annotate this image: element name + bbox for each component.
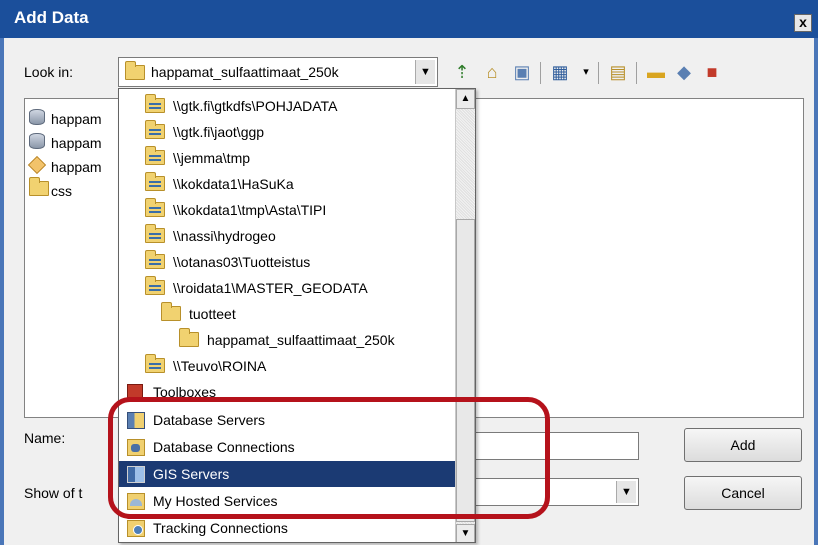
network-folder-icon bbox=[145, 172, 165, 191]
dropdown-item-database-servers[interactable]: Database Servers bbox=[119, 407, 455, 433]
database-icon bbox=[29, 109, 45, 125]
window-title: Add Data bbox=[14, 8, 89, 27]
toolbox-icon bbox=[127, 384, 143, 398]
dropdown-item-otanas-tuotteistus[interactable]: \\otanas03\Tuotteistus bbox=[119, 249, 455, 275]
dropdown-item-roidata-master-geodata[interactable]: \\roidata1\MASTER_GEODATA bbox=[119, 275, 455, 301]
toolbar-separator bbox=[540, 62, 541, 84]
list-item[interactable]: happam bbox=[29, 133, 102, 155]
up-one-level-icon[interactable]: ⇡ bbox=[450, 60, 474, 84]
dropdown-item-my-hosted-services[interactable]: My Hosted Services bbox=[119, 488, 455, 514]
toolbar-separator bbox=[598, 62, 599, 84]
toolbar-separator bbox=[636, 62, 637, 84]
add-button[interactable]: Add bbox=[684, 428, 802, 462]
list-item[interactable]: css bbox=[29, 177, 72, 203]
dropdown-item-kokdata-hasuka[interactable]: \\kokdata1\HaSuKa bbox=[119, 171, 455, 197]
dropdown-item-teuvo-roina[interactable]: \\Teuvo\ROINA bbox=[119, 353, 455, 379]
dropdown-item-tuotteet[interactable]: tuotteet bbox=[119, 301, 455, 327]
list-item-label: happam bbox=[51, 111, 102, 127]
database-connection-icon bbox=[127, 439, 145, 456]
hosted-services-icon bbox=[127, 493, 145, 510]
dropdown-item-label: \\gtk.fi\jaot\ggp bbox=[173, 124, 265, 140]
view-menu-icon[interactable]: ▦ bbox=[548, 60, 572, 84]
dropdown-item-label: GIS Servers bbox=[153, 466, 230, 482]
dropdown-item-label: \\otanas03\Tuotteistus bbox=[173, 254, 311, 270]
title-bar: Add Data x bbox=[0, 0, 818, 38]
dropdown-item-label: Tracking Connections bbox=[153, 520, 288, 536]
folder-icon bbox=[125, 61, 145, 80]
folder-icon bbox=[179, 328, 199, 347]
dropdown-item-label: \\kokdata1\tmp\Asta\TIPI bbox=[173, 202, 327, 218]
geodatabase-icon bbox=[27, 155, 47, 175]
list-item-label: happam bbox=[51, 135, 102, 151]
look-in-dropdown[interactable]: happamat_sulfaattimaat_250k ▼ bbox=[118, 57, 438, 87]
network-folder-icon bbox=[145, 198, 165, 217]
chevron-down-icon[interactable]: ▼ bbox=[415, 60, 435, 84]
dropdown-item-toolboxes[interactable]: Toolboxes bbox=[119, 379, 455, 405]
chevron-down-icon[interactable]: ▼ bbox=[616, 481, 636, 503]
dropdown-item-tracking-connections[interactable]: Tracking Connections bbox=[119, 515, 455, 541]
folder-icon bbox=[161, 302, 181, 321]
dropdown-item-nassi-hydrogeo[interactable]: \\nassi\hydrogeo bbox=[119, 223, 455, 249]
dropdown-item-label: \\jemma\tmp bbox=[173, 150, 251, 166]
show-of-type-label: Show of t bbox=[24, 485, 83, 501]
gis-server-icon bbox=[127, 466, 145, 483]
tracking-connection-icon bbox=[127, 520, 145, 537]
network-folder-icon bbox=[145, 224, 165, 243]
dropdown-item-label: tuotteet bbox=[189, 306, 236, 322]
connect-folder-icon[interactable]: ▤ bbox=[606, 60, 630, 84]
dropdown-item-gis-servers[interactable]: GIS Servers bbox=[119, 461, 455, 487]
scroll-up-arrow-icon[interactable]: ▲ bbox=[456, 89, 475, 109]
name-label: Name: bbox=[24, 430, 66, 446]
network-folder-icon bbox=[145, 276, 165, 295]
dropdown-item-gtk-ggp[interactable]: \\gtk.fi\jaot\ggp bbox=[119, 119, 455, 145]
catalog-tree-icon[interactable]: ▣ bbox=[510, 60, 534, 84]
list-item-label: css bbox=[51, 183, 72, 199]
dropdown-item-label: \\gtk.fi\gtkdfs\POHJADATA bbox=[173, 98, 338, 114]
dropdown-item-kokdata-tipi[interactable]: \\kokdata1\tmp\Asta\TIPI bbox=[119, 197, 455, 223]
dropdown-item-label: happamat_sulfaattimaat_250k bbox=[207, 332, 395, 348]
database-icon bbox=[29, 133, 45, 149]
dropdown-item-label: Database Connections bbox=[153, 439, 295, 455]
list-item-label: happam bbox=[51, 159, 102, 175]
dropdown-item-label: Toolboxes bbox=[153, 384, 217, 400]
view-menu-chevron-icon[interactable]: ▾ bbox=[574, 60, 598, 84]
database-server-icon bbox=[127, 412, 145, 429]
dropdown-item-label: My Hosted Services bbox=[153, 493, 278, 509]
network-folder-icon bbox=[145, 94, 165, 113]
look-in-label: Look in: bbox=[24, 64, 74, 80]
dropdown-item-gtk-pohjadata[interactable]: \\gtk.fi\gtkdfs\POHJADATA bbox=[119, 93, 455, 119]
dropdown-item-label: \\kokdata1\HaSuKa bbox=[173, 176, 294, 192]
list-item[interactable]: happam bbox=[27, 155, 102, 179]
dropdown-item-jemma-tmp[interactable]: \\jemma\tmp bbox=[119, 145, 455, 171]
cancel-button[interactable]: Cancel bbox=[684, 476, 802, 510]
scroll-down-arrow-icon[interactable]: ▼ bbox=[456, 524, 475, 542]
dropdown-item-label: \\nassi\hydrogeo bbox=[173, 228, 276, 244]
dropdown-scrollbar[interactable]: ▲ ▼ bbox=[455, 89, 475, 542]
network-folder-icon bbox=[145, 146, 165, 165]
network-folder-icon bbox=[145, 120, 165, 139]
close-button[interactable]: x bbox=[794, 14, 812, 32]
scrollbar-thumb[interactable] bbox=[456, 219, 475, 522]
dropdown-item-label: \\Teuvo\ROINA bbox=[173, 358, 267, 374]
folder-icon bbox=[29, 177, 49, 196]
new-folder-icon[interactable]: ▬ bbox=[644, 60, 668, 84]
dropdown-item-label: Database Servers bbox=[153, 412, 266, 428]
list-item[interactable]: happam bbox=[29, 109, 102, 131]
look-in-dropdown-list[interactable]: \\gtk.fi\gtkdfs\POHJADATA \\gtk.fi\jaot\… bbox=[118, 88, 476, 543]
dropdown-item-database-connections[interactable]: Database Connections bbox=[119, 434, 455, 460]
toolbox-icon[interactable]: ■ bbox=[700, 60, 724, 84]
dropdown-item-happamat-sulfaattimaat[interactable]: happamat_sulfaattimaat_250k bbox=[119, 327, 455, 353]
network-folder-icon bbox=[145, 354, 165, 373]
new-shapefile-icon[interactable]: ◆ bbox=[672, 60, 696, 84]
look-in-value: happamat_sulfaattimaat_250k bbox=[151, 64, 339, 80]
home-icon[interactable]: ⌂ bbox=[480, 60, 504, 84]
network-folder-icon bbox=[145, 250, 165, 269]
dropdown-item-label: \\roidata1\MASTER_GEODATA bbox=[173, 280, 368, 296]
